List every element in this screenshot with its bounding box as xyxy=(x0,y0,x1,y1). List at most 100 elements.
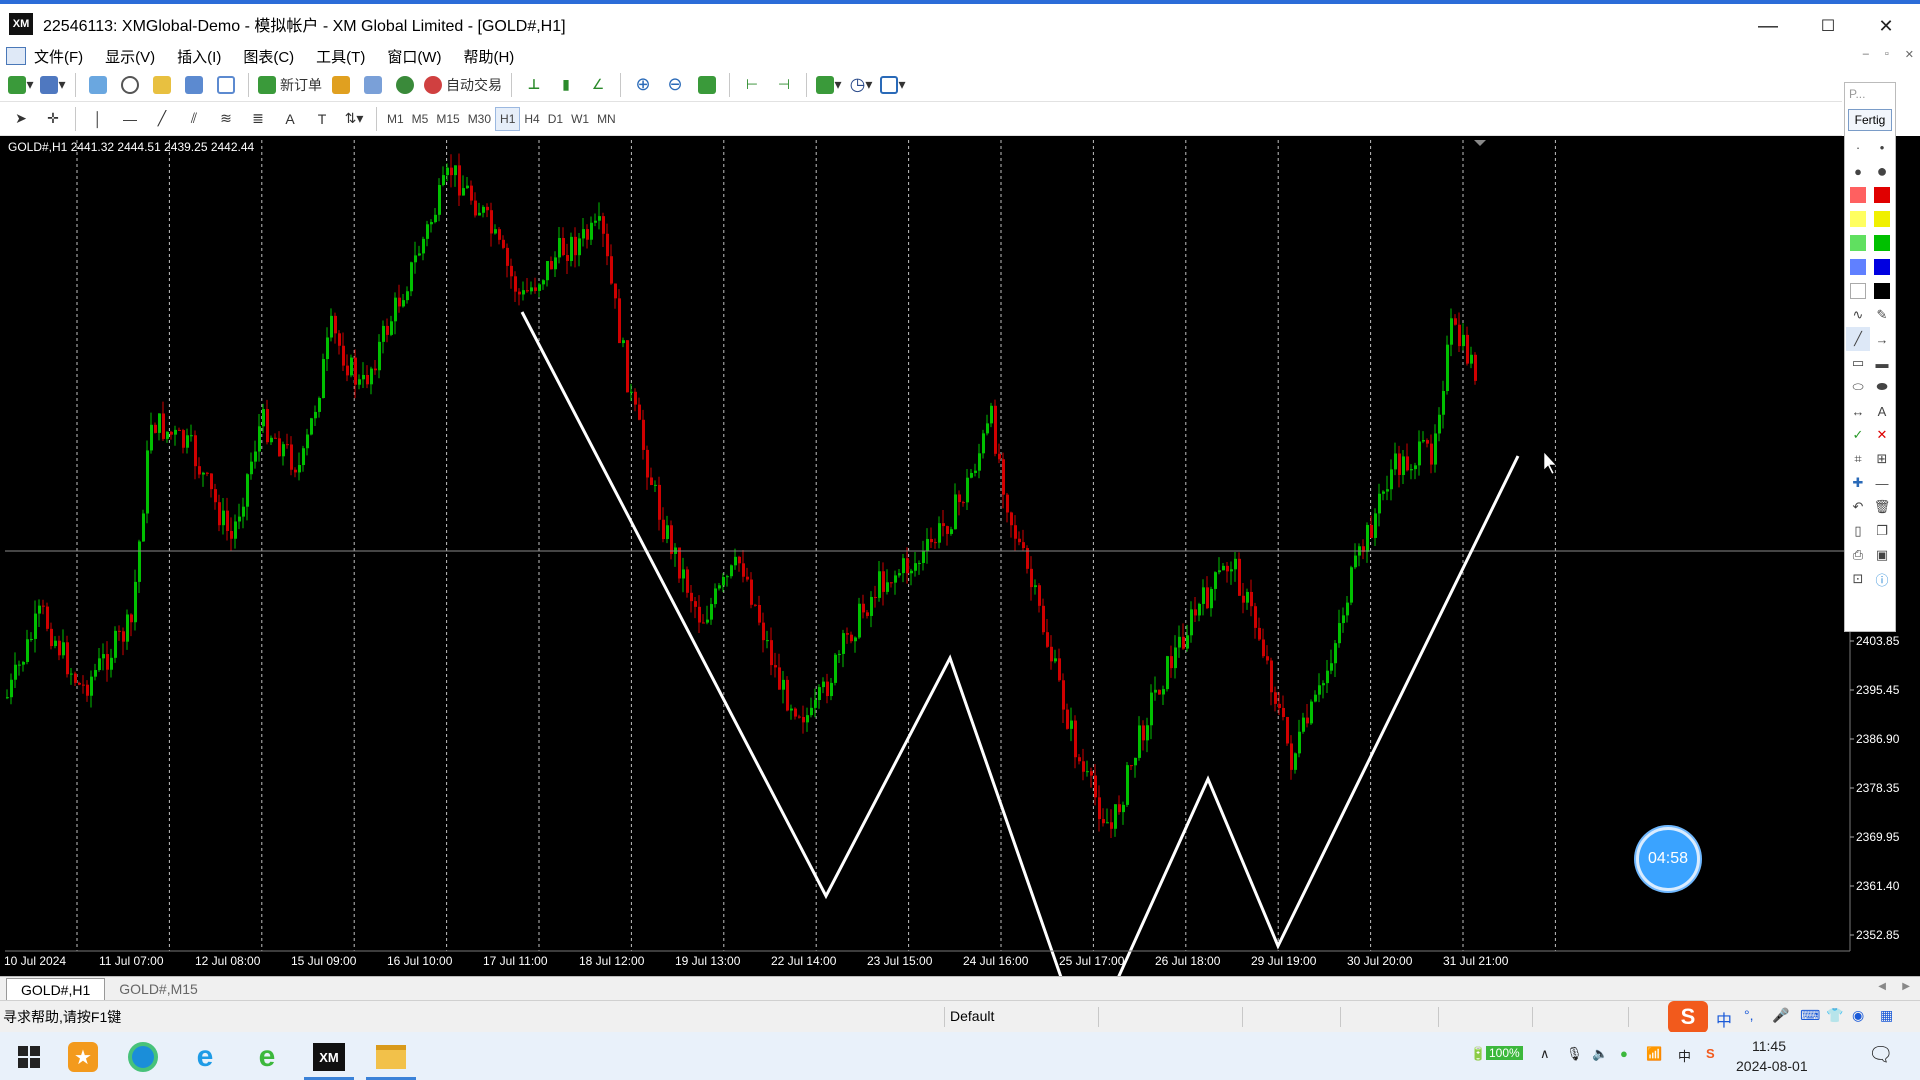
wechat-tray-icon[interactable]: ● xyxy=(1620,1046,1628,1061)
strategy-tester-button[interactable] xyxy=(213,72,239,98)
price-chart[interactable]: 2403.85 2395.45 2386.90 2378.35 2369.95 2361.… xyxy=(0,136,1920,976)
menu-view[interactable]: 显示(V) xyxy=(105,46,155,67)
market-button[interactable] xyxy=(392,72,418,98)
text-label-button[interactable]: T xyxy=(309,106,335,132)
color-swatch-light-blue[interactable] xyxy=(1846,255,1870,279)
chart-window[interactable]: 2403.85 2395.45 2386.90 2378.35 2369.95 2361.… xyxy=(0,136,1920,976)
metaeditor-button[interactable] xyxy=(328,72,354,98)
ie-browser-icon[interactable]: e xyxy=(188,1040,222,1074)
close-button[interactable]: ✕ xyxy=(1858,8,1914,44)
text-tool-icon[interactable]: A xyxy=(1870,399,1894,423)
save-icon[interactable]: ▣ xyxy=(1870,543,1894,567)
windows-start-icon[interactable] xyxy=(12,1040,46,1074)
brush-large-icon[interactable]: ● xyxy=(1846,159,1870,183)
text-button[interactable]: A xyxy=(277,106,303,132)
indicators-button[interactable]: ▾ xyxy=(816,72,842,98)
color-swatch-light-yellow[interactable] xyxy=(1846,207,1870,231)
periods-button[interactable]: ◷ ▾ xyxy=(848,72,874,98)
ime-menu-icon[interactable]: ▦ xyxy=(1880,1007,1893,1024)
tab-scroll-right-icon[interactable]: ▶ xyxy=(1902,981,1910,992)
copy-icon[interactable]: ❐ xyxy=(1870,519,1894,543)
auto-scroll-button[interactable]: ⊣ xyxy=(771,72,797,98)
info-icon[interactable]: ⓘ xyxy=(1870,567,1894,591)
browser-green-icon[interactable]: e xyxy=(250,1040,284,1074)
sogou-tray-icon[interactable]: S xyxy=(1706,1046,1715,1061)
equidistant-channel-button[interactable]: ⫽ xyxy=(181,106,207,132)
shift-marker-icon[interactable] xyxy=(1474,140,1486,146)
brush-small-icon[interactable]: · xyxy=(1846,135,1870,159)
color-swatch-light-red[interactable] xyxy=(1846,183,1870,207)
menu-file[interactable]: 文件(F) xyxy=(34,46,83,67)
timeframe-h1[interactable]: H1 xyxy=(495,106,521,131)
tile-windows-button[interactable] xyxy=(694,72,720,98)
timeframe-m1[interactable]: M1 xyxy=(383,107,408,131)
line-tool-icon[interactable]: ╱ xyxy=(1846,327,1870,351)
candlestick-button[interactable]: ▮ xyxy=(553,72,579,98)
check-icon[interactable]: ✓ xyxy=(1846,423,1870,447)
timeframe-w1[interactable]: W1 xyxy=(567,107,593,131)
menu-window[interactable]: 窗口(W) xyxy=(387,46,441,67)
timeframe-m15[interactable]: M15 xyxy=(432,107,463,131)
trendline-button[interactable]: ╱ xyxy=(149,106,175,132)
color-swatch-red[interactable] xyxy=(1870,183,1894,207)
maximize-button[interactable]: ☐ xyxy=(1800,8,1856,44)
done-button[interactable]: Fertig xyxy=(1848,109,1892,131)
battery-icon[interactable]: 🔋 xyxy=(1470,1046,1486,1062)
mdi-close-icon[interactable]: ✕ xyxy=(1905,48,1914,61)
color-swatch-white[interactable] xyxy=(1846,279,1870,303)
ime-microphone-icon[interactable]: 🎤 xyxy=(1772,1007,1789,1024)
timeframe-m30[interactable]: M30 xyxy=(464,107,495,131)
print-icon[interactable]: ⎙ xyxy=(1846,543,1870,567)
profiles-button[interactable]: ▾ xyxy=(40,72,66,98)
menu-charts[interactable]: 图表(C) xyxy=(243,46,294,67)
zoom-in-button[interactable]: ⊕ xyxy=(630,72,656,98)
cursor-button[interactable]: ➤ xyxy=(8,106,34,132)
favorites-app-icon[interactable]: ★ xyxy=(66,1040,100,1074)
sogou-ime-icon[interactable]: S xyxy=(1668,1001,1708,1033)
freehand-icon[interactable]: ∿ xyxy=(1846,303,1870,327)
arrows-button[interactable]: ⇅▾ xyxy=(341,106,367,132)
templates-button[interactable]: ▾ xyxy=(880,72,906,98)
trash-icon[interactable]: 🗑 xyxy=(1870,495,1894,519)
fibonacci-button[interactable]: ≣ xyxy=(245,106,271,132)
data-window-button[interactable] xyxy=(117,72,143,98)
filled-ellipse-icon[interactable]: ⬬ xyxy=(1870,375,1894,399)
ime-punctuation-icon[interactable]: °, xyxy=(1744,1007,1754,1023)
screenshot-icon[interactable]: ⊡ xyxy=(1846,567,1870,591)
bar-chart-button[interactable]: ⊥ xyxy=(521,72,547,98)
brush-medium-icon[interactable]: • xyxy=(1870,135,1894,159)
brush-xlarge-icon[interactable]: ● xyxy=(1870,159,1894,183)
crosshair-button[interactable]: ✛ xyxy=(40,106,66,132)
new-order-button[interactable]: 新订单 xyxy=(258,72,322,98)
tab-gold-m15[interactable]: GOLD#,M15 xyxy=(105,978,212,1000)
xm-terminal-taskbar-icon[interactable]: XM xyxy=(304,1040,354,1080)
mdi-restore-icon[interactable]: ▫ xyxy=(1885,48,1889,61)
crop-icon[interactable]: ⌗ xyxy=(1846,447,1870,471)
network-icon[interactable]: 📶 xyxy=(1646,1046,1662,1062)
chart-document-icon[interactable] xyxy=(6,47,26,65)
color-swatch-yellow[interactable] xyxy=(1870,207,1894,231)
notifications-icon[interactable]: 🗨 xyxy=(1868,1042,1893,1067)
menu-tools[interactable]: 工具(T) xyxy=(316,46,365,67)
market-watch-button[interactable] xyxy=(85,72,111,98)
clock-date[interactable]: 2024-08-01 xyxy=(1736,1058,1808,1074)
chart-shift-button[interactable]: ⊢ xyxy=(739,72,765,98)
new-chart-button[interactable]: ▾ xyxy=(8,72,34,98)
double-arrow-icon[interactable]: ↔ xyxy=(1846,399,1870,423)
tab-scroll-left-icon[interactable]: ◀ xyxy=(1878,981,1886,992)
zoom-out-button[interactable]: ⊖ xyxy=(662,72,688,98)
ime-game-icon[interactable]: ◉ xyxy=(1852,1007,1864,1024)
arrow-tool-icon[interactable]: → xyxy=(1870,327,1894,351)
microphone-tray-icon[interactable]: 🎙 xyxy=(1566,1046,1583,1062)
color-swatch-blue[interactable] xyxy=(1870,255,1894,279)
ime-skin-icon[interactable]: 👕 xyxy=(1826,1007,1843,1024)
color-swatch-green[interactable] xyxy=(1870,231,1894,255)
undo-icon[interactable]: ↶ xyxy=(1846,495,1870,519)
minimize-button[interactable]: — xyxy=(1740,8,1796,44)
vertical-line-button[interactable]: │ xyxy=(85,106,111,132)
new-page-icon[interactable]: ▯ xyxy=(1846,519,1870,543)
terminal-button[interactable] xyxy=(181,72,207,98)
timeframe-d1[interactable]: D1 xyxy=(544,107,567,131)
volume-icon[interactable]: 🔈 xyxy=(1592,1046,1608,1062)
ime-mode-chinese[interactable]: 中 xyxy=(1716,1007,1732,1031)
